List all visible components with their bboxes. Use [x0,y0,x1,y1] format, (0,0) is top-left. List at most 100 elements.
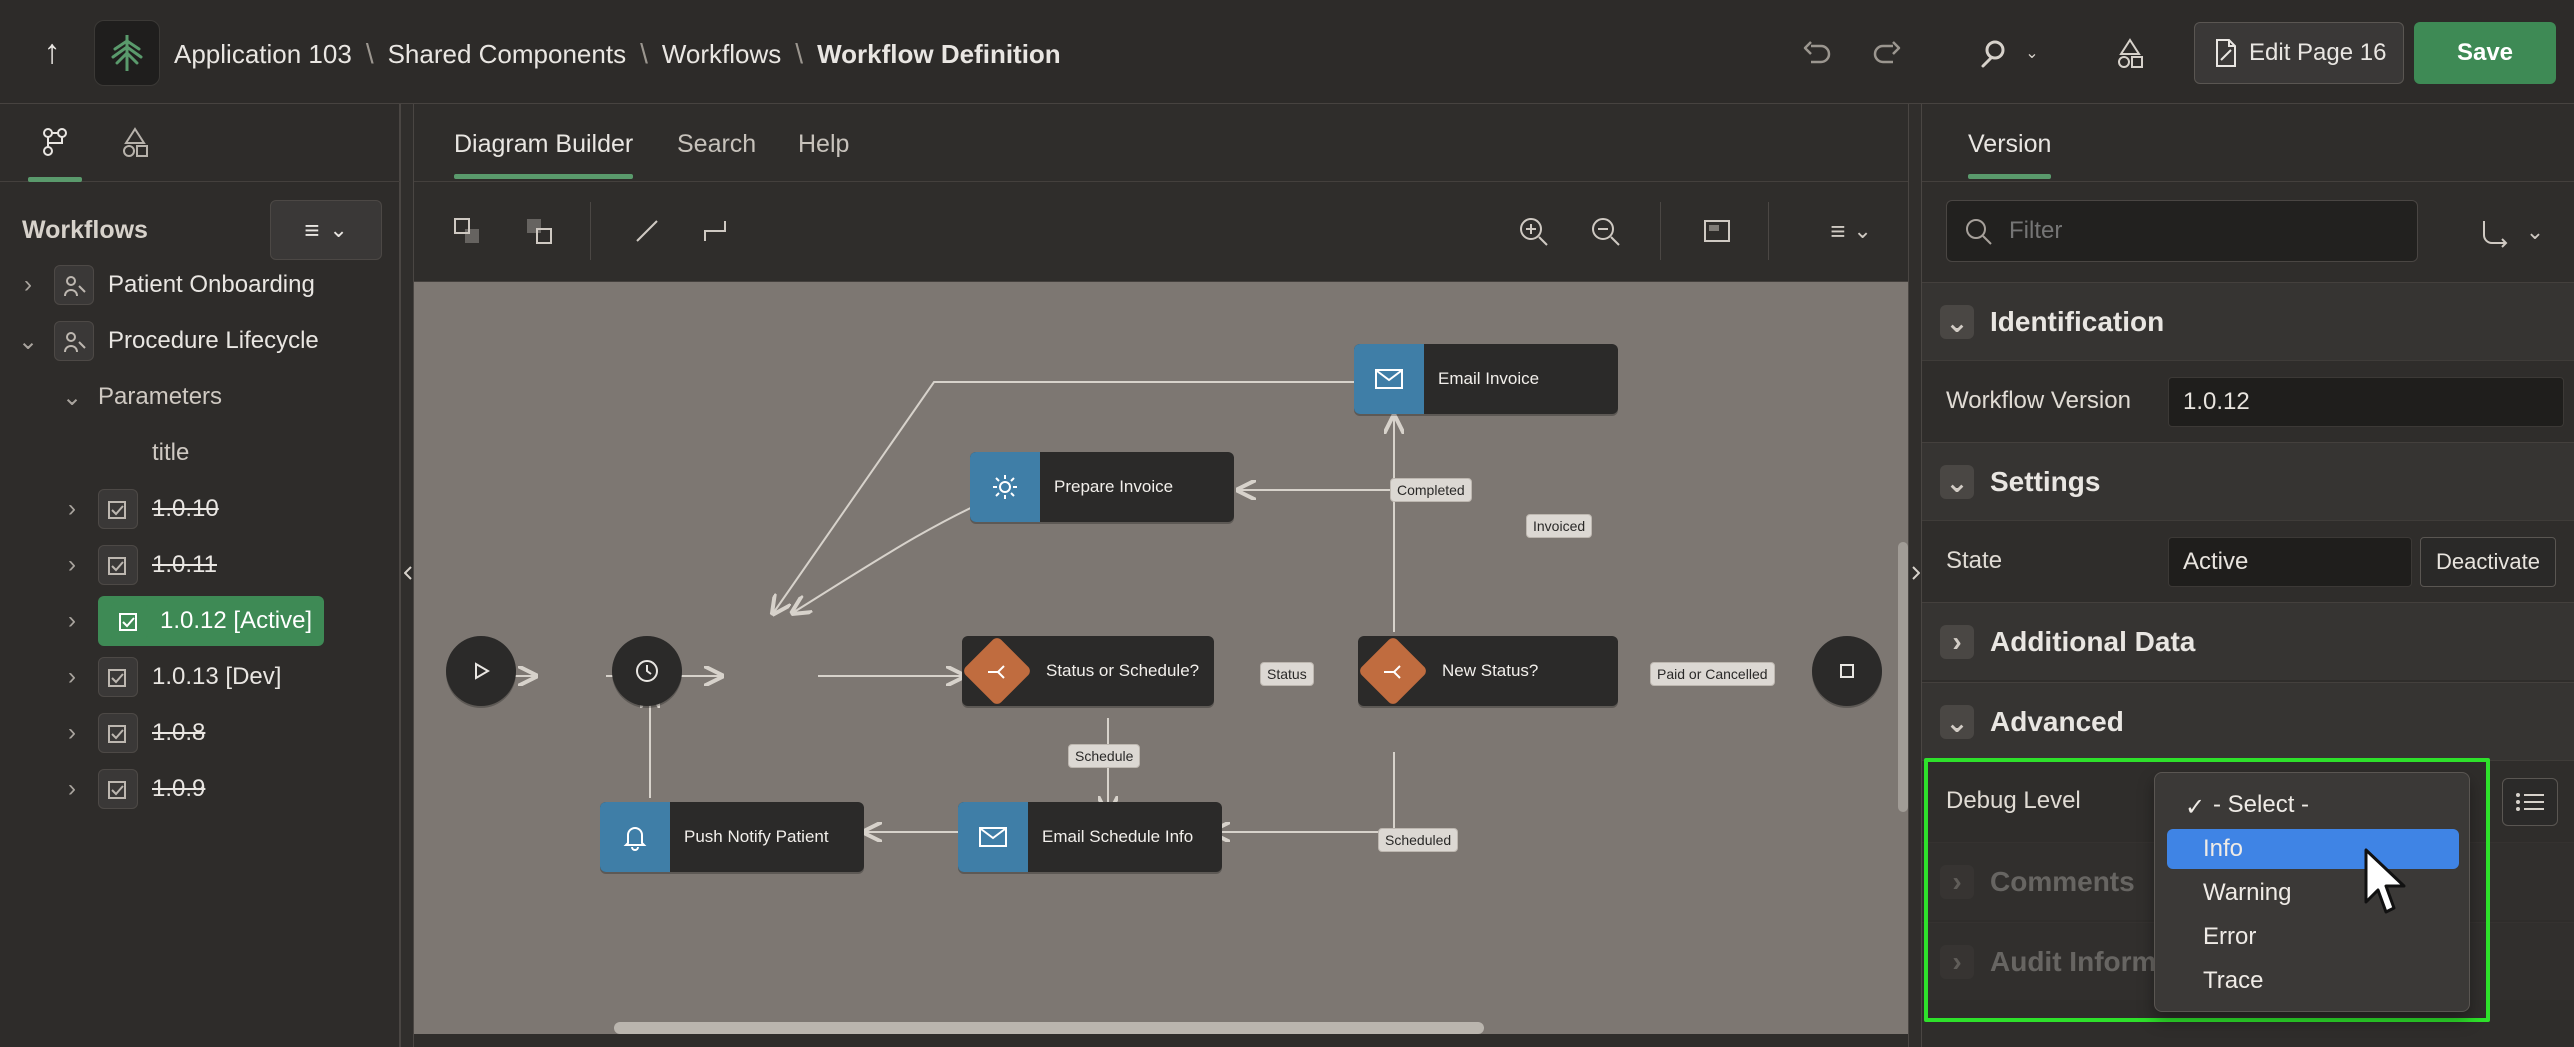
edit-page-label: Edit Page 16 [2249,39,2387,66]
list-options-button[interactable] [2502,778,2558,826]
tree-item-parameters[interactable]: ⌄ Parameters [62,371,222,423]
node-status-or-schedule[interactable]: Status or Schedule? [962,636,1214,706]
version-icon [110,602,148,640]
shapes-icon [123,127,148,157]
tab-shared-components[interactable] [108,120,162,164]
node-email-schedule[interactable]: Email Schedule Info [958,802,1222,872]
breadcrumb-workflows[interactable]: Workflows [662,39,781,70]
node-email-invoice[interactable]: Email Invoice [1354,344,1618,414]
breadcrumb-shared-components[interactable]: Shared Components [388,39,626,70]
shared-components-button[interactable] [2102,26,2158,80]
chevron-down-icon[interactable]: ⌄ [1940,305,1974,339]
workflows-menu-button[interactable]: ≡ ⌄ [270,200,382,260]
timer-node[interactable] [612,636,682,706]
breadcrumb-separator: \ [795,38,804,69]
workflow-icon [54,265,94,305]
chevron-right-icon[interactable]: › [62,719,82,746]
tree-item-param-title[interactable]: title [152,427,189,479]
zoom-in-button[interactable] [1510,208,1556,254]
section-settings[interactable]: ⌄ Settings [1922,442,2574,520]
tree-item-procedure-lifecycle[interactable]: ⌄ Procedure Lifecycle [18,315,319,367]
dropdown-option-label: Info [2203,835,2244,862]
vertical-scrollbar[interactable] [1898,542,1908,812]
tab-help[interactable]: Help [798,130,849,159]
dropdown-option[interactable]: Trace [2167,961,2459,1001]
elbow-connector-button[interactable] [692,208,738,254]
tree-item-patient-onboarding[interactable]: › Patient Onboarding [18,259,315,311]
save-button[interactable]: Save [2414,22,2556,84]
start-node[interactable] [446,636,516,706]
end-node[interactable] [1812,636,1882,706]
node-prepare-invoice[interactable]: Prepare Invoice [970,452,1234,522]
debug-level-dropdown[interactable]: ✓ - Select - Info Warning Error Trace [2154,772,2470,1012]
chevron-right-icon[interactable]: › [1940,625,1974,659]
straight-connector-button[interactable] [624,208,670,254]
email-icon [1354,344,1424,414]
diagram-menu-button[interactable]: ≡ ⌄ [1806,208,1896,254]
edge-label: Schedule [1068,744,1141,768]
version-icon [98,769,138,809]
up-arrow-icon[interactable]: ↑ [32,30,72,74]
workflow-version-field[interactable]: 1.0.12 [2168,377,2564,427]
tree-item-version[interactable]: › 1.0.9 [62,763,205,815]
chevron-right-icon[interactable]: › [18,271,38,298]
go-to-group-button[interactable]: ⌄ [2470,208,2550,256]
active-version-pill[interactable]: 1.0.12 [Active] [98,596,325,646]
state-field[interactable]: Active [2168,537,2412,587]
chevron-right-icon[interactable]: › [62,551,82,578]
tree-item-version[interactable]: › 1.0.10 [62,483,219,535]
diagram-canvas[interactable]: Email Invoice Prepare Invoice Status or … [414,282,1910,1034]
section-additional-data[interactable]: › Additional Data [1922,602,2574,680]
chevron-right-icon[interactable]: › [62,495,82,522]
bring-front-button[interactable] [444,208,490,254]
tree-item-version[interactable]: › 1.0.13 [Dev] [62,651,281,703]
section-advanced[interactable]: ⌄ Advanced [1922,682,2574,760]
filter-input[interactable] [2007,216,2387,246]
utilities-menu-button[interactable]: ⌄ [1962,26,2052,80]
section-identification[interactable]: ⌄ Identification [1922,282,2574,360]
zoom-out-button[interactable] [1582,208,1628,254]
version-icon [98,657,138,697]
workflow-icon [54,321,94,361]
deactivate-button[interactable]: Deactivate [2420,537,2556,587]
undo-button[interactable] [1790,26,1842,80]
node-new-status[interactable]: New Status? [1358,636,1618,706]
chevron-right-icon[interactable]: › [62,607,82,634]
dropdown-option-label: Warning [2203,879,2292,906]
fit-view-button[interactable] [1694,208,1740,254]
tree-item-version[interactable]: › 1.0.11 [62,539,217,591]
dropdown-option[interactable]: Error [2167,917,2459,957]
breadcrumb-app[interactable]: Application 103 [174,39,352,70]
collapse-right-icon[interactable] [1912,566,1920,580]
right-splitter[interactable] [1908,104,1922,1047]
property-filter[interactable] [1946,200,2418,262]
node-push-notify[interactable]: Push Notify Patient [600,802,864,872]
tree-item-version[interactable]: › 1.0.8 [62,707,205,759]
chevron-down-icon[interactable]: ⌄ [18,328,38,355]
dropdown-option-label: Error [2203,923,2257,950]
dropdown-option[interactable]: Warning [2167,873,2459,913]
tab-diagram-builder[interactable]: Diagram Builder [454,130,634,179]
toolbar-divider [1660,202,1661,260]
tab-version[interactable]: Version [1968,130,2052,179]
dropdown-option[interactable]: ✓ - Select - [2167,785,2459,825]
edge-label: Completed [1390,478,1472,502]
tab-search[interactable]: Search [677,130,756,159]
chevron-right-icon[interactable]: › [62,775,82,802]
tab-workflows-tree[interactable] [28,120,82,182]
edit-page-button[interactable]: Edit Page 16 [2194,22,2404,84]
tree-item-version-active[interactable]: › 1.0.12 [Active] [62,595,325,647]
collapse-left-icon[interactable] [404,566,412,580]
chevron-down-icon[interactable]: ⌄ [1940,465,1974,499]
edge-label: Status [1260,662,1314,686]
chevron-right-icon[interactable]: › [62,663,82,690]
workflows-heading: Workflows [22,216,148,244]
horizontal-scrollbar[interactable] [614,1022,1484,1034]
left-splitter[interactable] [400,104,414,1047]
dropdown-option-selected[interactable]: Info [2167,829,2459,869]
redo-button[interactable] [1862,26,1914,80]
email-icon [958,802,1028,872]
chevron-down-icon[interactable]: ⌄ [62,384,82,411]
send-back-button[interactable] [516,208,562,254]
chevron-down-icon[interactable]: ⌄ [1940,705,1974,739]
